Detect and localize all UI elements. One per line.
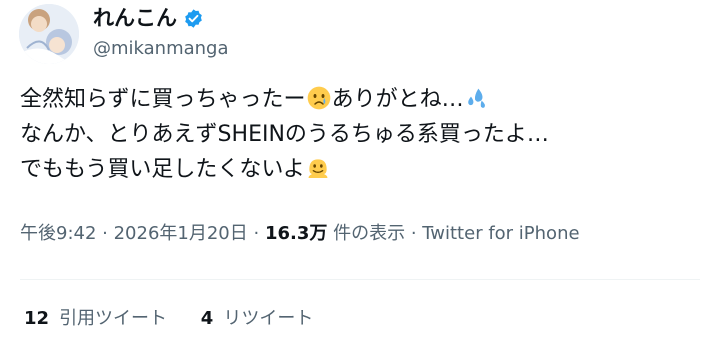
tweet-time[interactable]: 午後9:42 bbox=[20, 223, 96, 244]
verified-badge-icon bbox=[183, 8, 204, 29]
tweet-line-1-start: 全然知らずに買っちゃったー bbox=[20, 87, 306, 112]
meta-separator: · bbox=[405, 223, 423, 244]
quote-tweets-count: 12 bbox=[24, 308, 50, 329]
retweets-count: 4 bbox=[200, 308, 214, 329]
quote-tweets-link[interactable]: 12 引用ツイート bbox=[24, 305, 167, 333]
melting-face-icon bbox=[308, 159, 328, 178]
sweat-droplets-icon bbox=[467, 88, 485, 108]
tweet-stats: 12 引用ツイート 4 リツイート bbox=[24, 305, 341, 333]
tweet-date[interactable]: 2026年1月20日 bbox=[114, 223, 248, 244]
views-count[interactable]: 16.3万 bbox=[265, 223, 327, 244]
avatar-illustration bbox=[19, 4, 79, 64]
views-label[interactable]: 件の表示 bbox=[327, 223, 405, 244]
tweet-line-3: でももう買い足したくないよ bbox=[20, 152, 700, 187]
retweets-link[interactable]: 4 リツイート bbox=[201, 305, 314, 333]
tweet-line-1-end: ありがとね… bbox=[331, 87, 464, 112]
tweet-source[interactable]: Twitter for iPhone bbox=[422, 223, 579, 244]
tweet-line-3-text: でももう買い足したくないよ bbox=[20, 157, 305, 182]
divider bbox=[20, 279, 700, 280]
crying-face-icon bbox=[307, 86, 330, 110]
tweet-text: 全然知らずに買っちゃったー ありがとね… なんか、とりあえずSHEINのうるちゅ… bbox=[20, 82, 700, 187]
tweet-line-2: なんか、とりあえずSHEINのうるちゅる系買ったよ… bbox=[20, 122, 549, 147]
quote-tweets-label: 引用ツイート bbox=[59, 308, 168, 329]
tweet-metadata: 午後9:42 · 2026年1月20日 · 16.3万 件の表示 · Twitt… bbox=[20, 220, 580, 248]
display-name-text[interactable]: れんこん bbox=[93, 5, 177, 31]
meta-separator: · bbox=[247, 223, 265, 244]
user-handle[interactable]: @mikanmanga bbox=[93, 37, 229, 61]
tweet-line-1: 全然知らずに買っちゃったー ありがとね… bbox=[20, 82, 700, 117]
meta-separator: · bbox=[96, 223, 114, 244]
avatar[interactable] bbox=[19, 4, 79, 64]
retweets-label: リツイート bbox=[223, 308, 314, 329]
display-name[interactable]: れんこん bbox=[93, 5, 204, 31]
